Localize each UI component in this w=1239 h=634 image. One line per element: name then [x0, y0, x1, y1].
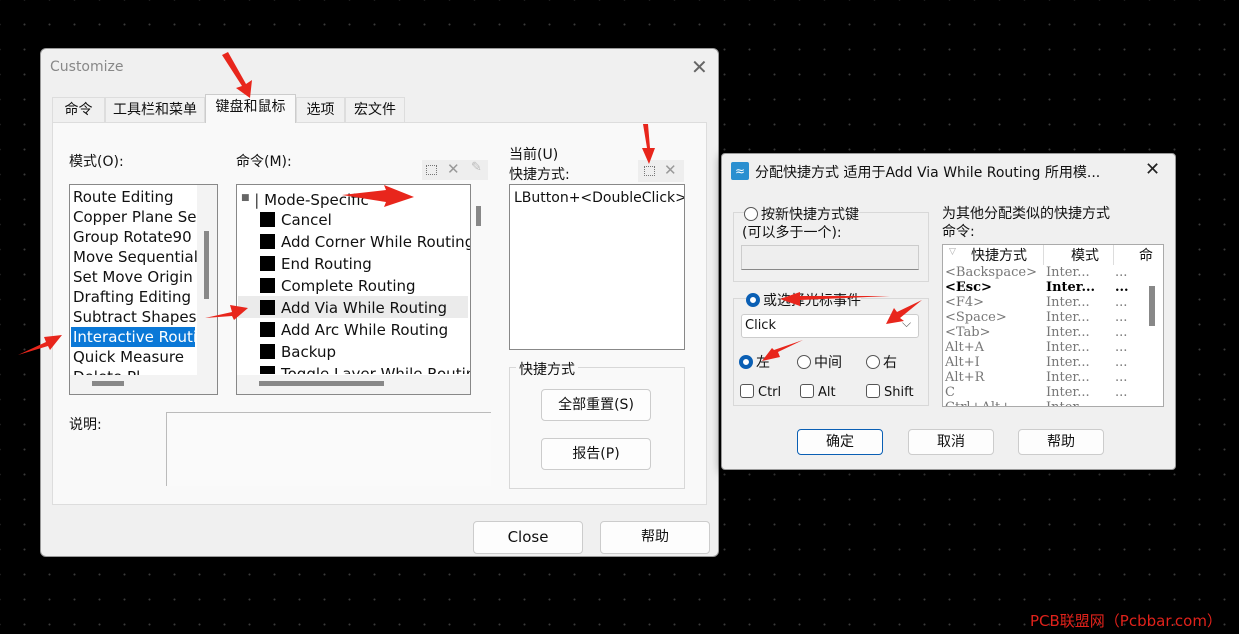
arrow-icon — [18, 52, 922, 361]
watermark: PCB联盟网（Pcbbar.com） — [1030, 612, 1222, 630]
annotation-arrows — [18, 52, 922, 361]
